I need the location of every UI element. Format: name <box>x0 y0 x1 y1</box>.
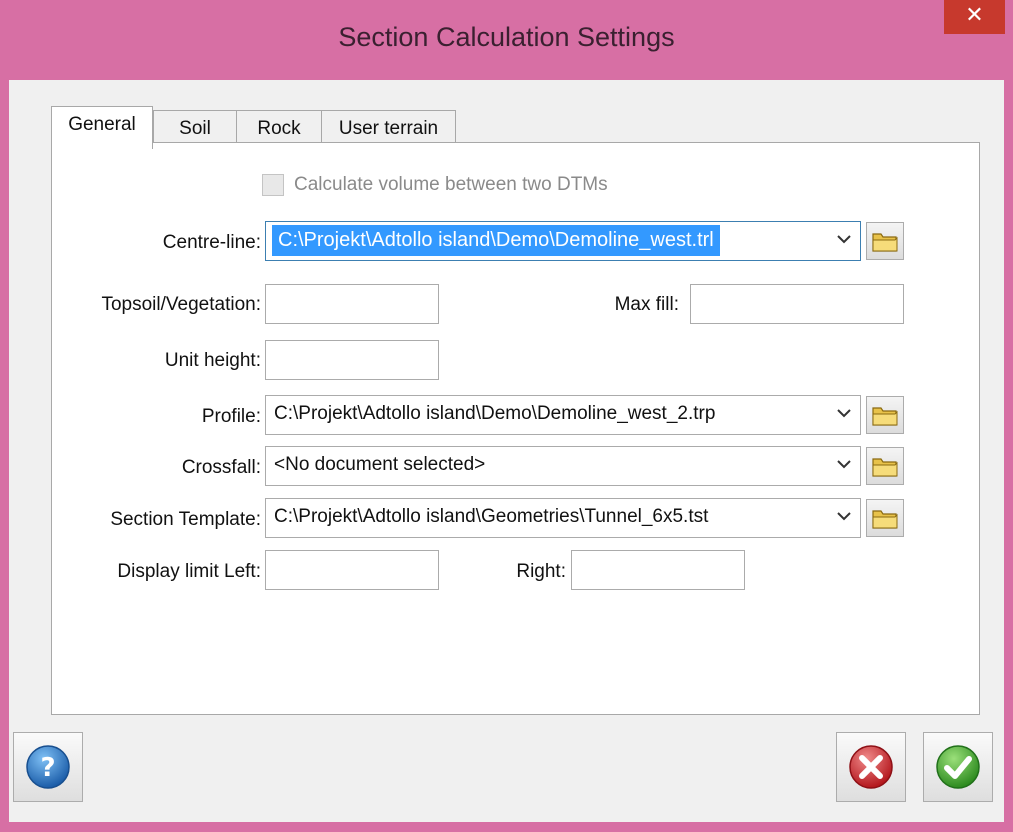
centre-line-browse-button[interactable] <box>866 222 904 260</box>
folder-icon <box>872 510 898 529</box>
folder-icon <box>872 233 898 252</box>
max-fill-input[interactable] <box>690 284 904 324</box>
chevron-down-icon <box>837 235 851 244</box>
section-template-browse-button[interactable] <box>866 499 904 537</box>
unit-height-input[interactable] <box>265 340 439 380</box>
folder-icon <box>872 407 898 426</box>
topsoil-label: Topsoil/Vegetation: <box>101 294 261 315</box>
help-button[interactable]: ? <box>13 732 83 802</box>
section-template-label: Section Template: <box>110 509 261 530</box>
calc-volume-label: Calculate volume between two DTMs <box>294 174 608 195</box>
crossfall-combobox[interactable]: <No document selected> <box>265 446 861 486</box>
display-limit-left-label: Display limit Left: <box>117 561 261 582</box>
chevron-down-icon <box>837 512 851 521</box>
profile-label: Profile: <box>201 406 261 427</box>
help-icon: ? <box>26 745 70 789</box>
cancel-icon <box>849 745 893 789</box>
dialog-window: Section Calculation Settings ✕ General S… <box>0 0 1013 832</box>
ok-checkmark-icon <box>936 745 980 789</box>
calc-volume-checkbox[interactable] <box>262 174 284 196</box>
display-limit-right-input[interactable] <box>571 550 745 590</box>
crossfall-browse-button[interactable] <box>866 447 904 485</box>
topsoil-input[interactable] <box>265 284 439 324</box>
centre-line-combobox[interactable]: C:\Projekt\Adtollo island\Demo\Demoline_… <box>265 221 861 261</box>
profile-value: C:\Projekt\Adtollo island\Demo\Demoline_… <box>274 403 716 424</box>
tab-panel-general: Calculate volume between two DTMs Centre… <box>51 142 980 715</box>
title-bar[interactable]: Section Calculation Settings ✕ <box>0 0 1013 80</box>
display-limit-left-input[interactable] <box>265 550 439 590</box>
ok-button[interactable] <box>923 732 993 802</box>
crossfall-label: Crossfall: <box>181 457 261 478</box>
cancel-button[interactable] <box>836 732 906 802</box>
profile-browse-button[interactable] <box>866 396 904 434</box>
unit-height-label: Unit height: <box>164 350 261 371</box>
crossfall-value: <No document selected> <box>274 454 486 475</box>
section-template-value: C:\Projekt\Adtollo island\Geometries\Tun… <box>274 506 709 527</box>
folder-icon <box>872 458 898 477</box>
max-fill-label: Max fill: <box>614 294 679 315</box>
display-limit-right-label: Right: <box>516 561 566 582</box>
tab-general[interactable]: General <box>51 106 153 149</box>
svg-text:?: ? <box>40 753 55 783</box>
profile-combobox[interactable]: C:\Projekt\Adtollo island\Demo\Demoline_… <box>265 395 861 435</box>
dialog-client-area: General Soil Rock User terrain Calculate… <box>9 80 1004 822</box>
chevron-down-icon <box>837 460 851 469</box>
section-template-combobox[interactable]: C:\Projekt\Adtollo island\Geometries\Tun… <box>265 498 861 538</box>
centre-line-label: Centre-line: <box>162 232 261 253</box>
chevron-down-icon <box>837 409 851 418</box>
centre-line-value: C:\Projekt\Adtollo island\Demo\Demoline_… <box>272 225 720 256</box>
window-title: Section Calculation Settings <box>338 22 675 52</box>
close-button[interactable]: ✕ <box>944 0 1005 34</box>
